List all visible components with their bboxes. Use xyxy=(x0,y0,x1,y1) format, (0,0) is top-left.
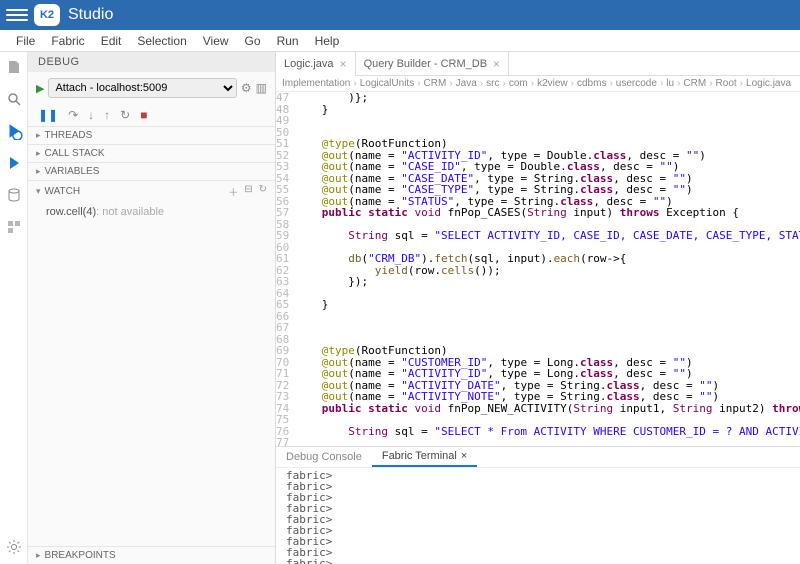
editor-tab[interactable]: Logic.java× xyxy=(276,52,356,76)
code-lines[interactable]: )}; } @type(RootFunction) @out(name = "A… xyxy=(295,92,800,446)
section-threads[interactable]: ▸THREADS xyxy=(28,126,275,144)
crumb[interactable]: com xyxy=(509,78,528,89)
play-icon[interactable]: ▶ xyxy=(36,82,44,95)
editor-tabs: Logic.java×Query Builder - CRM_DB× xyxy=(276,52,800,76)
menu-selection[interactable]: Selection xyxy=(129,32,194,50)
restart-icon[interactable]: ↻ xyxy=(120,108,130,122)
crumb[interactable]: CRM xyxy=(424,78,447,89)
stop-icon[interactable]: ■ xyxy=(140,108,147,122)
chevron-right-icon: ▸ xyxy=(36,166,41,177)
debug-icon[interactable] xyxy=(5,122,23,140)
settings-icon[interactable] xyxy=(5,538,23,556)
crumb[interactable]: usercode xyxy=(616,78,657,89)
panel-title: DEBUG xyxy=(28,52,275,72)
debug-config-select[interactable]: Attach - localhost:5009 xyxy=(48,78,236,98)
menu-edit[interactable]: Edit xyxy=(93,32,130,50)
section-watch[interactable]: ▾WATCH ＋⊟↻ xyxy=(28,180,275,202)
panel-tab[interactable]: Fabric Terminal × xyxy=(372,447,477,467)
chevron-right-icon: ▸ xyxy=(36,550,41,561)
debug-controls: ❚❚ ↷ ↓ ↑ ↻ ■ xyxy=(28,104,275,126)
crumb[interactable]: Logic.java xyxy=(746,78,791,89)
crumb[interactable]: Java xyxy=(456,78,477,89)
crumb[interactable]: Implementation xyxy=(282,78,350,89)
crumb[interactable]: lu xyxy=(666,78,674,89)
step-over-icon[interactable]: ↷ xyxy=(68,108,78,122)
activity-bar xyxy=(0,52,28,564)
close-icon[interactable]: × xyxy=(493,57,500,71)
step-into-icon[interactable]: ↓ xyxy=(88,108,94,122)
crumb[interactable]: CRM xyxy=(683,78,706,89)
terminal-output[interactable]: fabric>fabric>fabric>fabric>fabric>fabri… xyxy=(276,468,800,564)
app-title: Studio xyxy=(68,6,113,24)
pause-icon[interactable]: ❚❚ xyxy=(38,108,58,122)
debug-panel: DEBUG ▶ Attach - localhost:5009 ⚙ ▥ ❚❚ ↷… xyxy=(28,52,276,564)
collapse-icon[interactable]: ⊟ xyxy=(244,184,252,199)
panel-tab[interactable]: Debug Console xyxy=(276,447,372,467)
menu-help[interactable]: Help xyxy=(307,32,348,50)
menu-fabric[interactable]: Fabric xyxy=(43,32,92,50)
line-gutter: 4748495051525354555657585960616263646566… xyxy=(276,92,295,446)
section-breakpoints[interactable]: ▸BREAKPOINTS xyxy=(28,546,275,564)
menu-view[interactable]: View xyxy=(195,32,237,50)
watch-item[interactable]: row.cell(4): not available xyxy=(28,202,275,222)
chevron-right-icon: ▸ xyxy=(36,130,41,141)
code-editor[interactable]: 4748495051525354555657585960616263646566… xyxy=(276,92,800,446)
titlebar: K2 Studio xyxy=(0,0,800,30)
section-variables[interactable]: ▸VARIABLES xyxy=(28,162,275,180)
menu-file[interactable]: File xyxy=(8,32,43,50)
step-out-icon[interactable]: ↑ xyxy=(104,108,110,122)
crumb[interactable]: cdbms xyxy=(577,78,606,89)
menu-go[interactable]: Go xyxy=(237,32,269,50)
crumb[interactable]: Root xyxy=(716,78,737,89)
search-icon[interactable] xyxy=(5,90,23,108)
breadcrumbs: Implementation›LogicalUnits›CRM›Java›src… xyxy=(276,76,800,92)
crumb[interactable]: k2view xyxy=(537,78,568,89)
close-icon[interactable]: × xyxy=(461,450,467,462)
app-logo: K2 xyxy=(34,4,60,26)
explorer-icon[interactable] xyxy=(5,58,23,76)
panel-tabs: Debug ConsoleFabric Terminal × xyxy=(276,447,800,468)
refresh-icon[interactable]: ↻ xyxy=(259,184,267,199)
gear-icon[interactable]: ⚙ xyxy=(241,81,252,95)
crumb[interactable]: LogicalUnits xyxy=(360,78,414,89)
chevron-right-icon: ▸ xyxy=(36,148,41,159)
run-icon[interactable] xyxy=(5,154,23,172)
menu-run[interactable]: Run xyxy=(269,32,307,50)
crumb[interactable]: src xyxy=(486,78,499,89)
editor-tab[interactable]: Query Builder - CRM_DB× xyxy=(356,52,510,75)
chevron-down-icon: ▾ xyxy=(36,186,41,197)
console-icon[interactable]: ▥ xyxy=(256,81,267,95)
menubar: FileFabricEditSelectionViewGoRunHelp xyxy=(0,30,800,52)
database-icon[interactable] xyxy=(5,186,23,204)
close-icon[interactable]: × xyxy=(340,57,347,71)
hamburger-icon[interactable] xyxy=(6,9,28,21)
fabric-icon[interactable] xyxy=(5,218,23,236)
add-icon[interactable]: ＋ xyxy=(228,184,238,199)
section-call-stack[interactable]: ▸CALL STACK xyxy=(28,144,275,162)
bottom-panel: Debug ConsoleFabric Terminal × fabric>fa… xyxy=(276,446,800,564)
